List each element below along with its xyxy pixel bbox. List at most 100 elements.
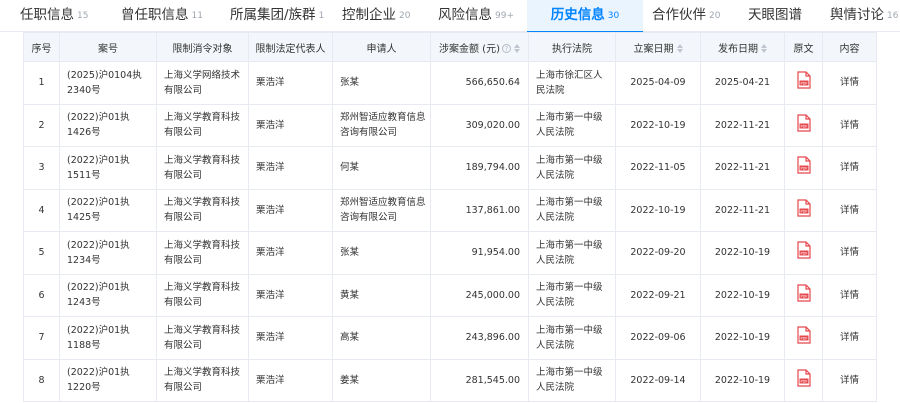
filing-date-cell: 2022-10-19 [615,103,701,147]
original-cell: PDF [784,231,823,275]
pdf-file-icon[interactable]: PDF [796,326,811,349]
cell-index: 8 [23,358,60,402]
restricted-target-link[interactable]: 上海义学教育科技有限公司 [156,316,249,360]
question-circle-icon[interactable]: ? [501,44,511,53]
sort-arrows-icon[interactable] [513,44,520,53]
detail-link[interactable]: 详情 [822,358,877,402]
table-row: 3 (2022)沪01执1511号 上海义学教育科技有限公司 栗浩洋 何某 189,794… [23,146,877,190]
tab-count: 1 [318,11,325,21]
tab-tianyan-graph[interactable]: 天眼图谱 [748,0,802,32]
pdf-file-icon[interactable]: PDF [796,71,811,94]
publish-date-cell: 2025-04-21 [700,61,785,105]
detail-link[interactable]: 详情 [822,188,877,232]
header-filing-date[interactable]: 立案日期 [615,32,701,62]
tab-count: 99+ [495,11,514,21]
tab-employment-info[interactable]: 任职信息 15 [20,0,88,32]
case-no-link[interactable]: (2022)沪01执1425号 [59,188,157,232]
legal-rep-link[interactable]: 栗浩洋 [248,358,333,402]
restricted-target-link[interactable]: 上海义学教育科技有限公司 [156,231,249,275]
pdf-file-icon[interactable]: PDF [796,156,811,179]
header-restricted-target: 限制消令对象 [156,32,249,62]
amount-cell: 137,861.00 [430,188,529,232]
legal-rep-link[interactable]: 栗浩洋 [248,61,333,105]
legal-rep-link[interactable]: 栗浩洋 [248,316,333,360]
tab-partners[interactable]: 合作伙伴 20 [652,0,720,32]
applicant-cell[interactable]: 郑州智适应教育信息咨询有限公司 [332,188,431,232]
legal-rep-link[interactable]: 栗浩洋 [248,103,333,147]
filing-date-cell: 2022-09-14 [615,358,701,402]
filing-date-cell: 2022-09-21 [615,273,701,317]
svg-text:PDF: PDF [800,252,807,256]
case-no-link[interactable]: (2025)沪0104执2340号 [59,61,157,105]
original-cell: PDF [784,358,823,402]
court-cell: 上海市第一中级人民法院 [528,231,616,275]
pdf-file-icon[interactable]: PDF [796,241,811,264]
restricted-target-link[interactable]: 上海义学教育科技有限公司 [156,146,249,190]
legal-rep-link[interactable]: 栗浩洋 [248,188,333,232]
original-cell: PDF [784,146,823,190]
tab-former-employment[interactable]: 曾任职信息 11 [121,0,203,32]
filing-date-cell: 2022-10-19 [615,188,701,232]
header-content: 内容 [822,32,877,62]
tab-bar: 任职信息 15 曾任职信息 11 所属集团/族群 1 控制企业 20 风险信息 99+ 历… [0,0,900,33]
tab-count: 20 [709,11,721,21]
tab-count: 15 [77,11,89,21]
court-cell: 上海市第一中级人民法院 [528,103,616,147]
tab-history-info[interactable]: 历史信息 30 [527,0,643,33]
publish-date-cell: 2022-11-21 [700,103,785,147]
tab-risk-info[interactable]: 风险信息 99+ [438,0,514,32]
legal-rep-link[interactable]: 栗浩洋 [248,273,333,317]
detail-link[interactable]: 详情 [822,273,877,317]
court-cell: 上海市第一中级人民法院 [528,316,616,360]
detail-link[interactable]: 详情 [822,61,877,105]
header-publish-date[interactable]: 发布日期 [700,32,785,62]
tab-controlled-companies[interactable]: 控制企业 20 [342,0,410,32]
tab-count: 20 [399,11,411,21]
court-cell: 上海市第一中级人民法院 [528,273,616,317]
filing-date-cell: 2022-09-20 [615,231,701,275]
header-amount[interactable]: 涉案金额 (元)? [430,32,529,62]
pdf-file-icon[interactable]: PDF [796,284,811,307]
table-row: 5 (2022)沪01执1234号 上海义学教育科技有限公司 栗浩洋 张某 91,954.… [23,231,877,275]
case-no-link[interactable]: (2022)沪01执1511号 [59,146,157,190]
tab-count: 16 [887,11,899,21]
pdf-file-icon[interactable]: PDF [796,369,811,392]
case-no-link[interactable]: (2022)沪01执1220号 [59,358,157,402]
restricted-target-link[interactable]: 上海义学教育科技有限公司 [156,188,249,232]
applicant-cell[interactable]: 郑州智适应教育信息咨询有限公司 [332,103,431,147]
pdf-file-icon[interactable]: PDF [796,199,811,222]
amount-cell: 189,794.00 [430,146,529,190]
amount-cell: 91,954.00 [430,231,529,275]
case-no-link[interactable]: (2022)沪01执1426号 [59,103,157,147]
header-legal-rep: 限制法定代表人 [248,32,333,62]
table-row: 7 (2022)沪01执1188号 上海义学教育科技有限公司 栗浩洋 高某 243,896… [23,316,877,360]
case-no-link[interactable]: (2022)沪01执1243号 [59,273,157,317]
original-cell: PDF [784,188,823,232]
legal-rep-link[interactable]: 栗浩洋 [248,146,333,190]
sort-arrows-icon[interactable] [761,44,767,53]
table-row: 6 (2022)沪01执1243号 上海义学教育科技有限公司 栗浩洋 黄某 245,000… [23,273,877,317]
sort-arrows-icon[interactable] [676,44,683,53]
pdf-file-icon[interactable]: PDF [796,114,811,137]
tab-group[interactable]: 所属集团/族群 1 [230,0,324,32]
table-row: 8 (2022)沪01执1220号 上海义学教育科技有限公司 栗浩洋 姜某 281,545… [23,358,877,402]
table-row: 1 (2025)沪0104执2340号 上海义学网络技术有限公司 栗浩洋 张某 566,6… [23,61,877,105]
legal-rep-link[interactable]: 栗浩洋 [248,231,333,275]
filing-date-cell: 2022-11-05 [615,146,701,190]
restricted-target-link[interactable]: 上海义学教育科技有限公司 [156,273,249,317]
tab-count: 11 [191,11,203,21]
table-row: 2 (2022)沪01执1426号 上海义学教育科技有限公司 栗浩洋 郑州智适应教育信息… [23,103,877,147]
restricted-target-link[interactable]: 上海义学教育科技有限公司 [156,358,249,402]
detail-link[interactable]: 详情 [822,316,877,360]
detail-link[interactable]: 详情 [822,231,877,275]
header-index: 序号 [23,32,60,62]
original-cell: PDF [784,273,823,317]
detail-link[interactable]: 详情 [822,103,877,147]
tab-public-opinion[interactable]: 舆情讨论 16 [830,0,898,32]
case-no-link[interactable]: (2022)沪01执1188号 [59,316,157,360]
case-no-link[interactable]: (2022)沪01执1234号 [59,231,157,275]
restricted-target-link[interactable]: 上海义学教育科技有限公司 [156,103,249,147]
detail-link[interactable]: 详情 [822,146,877,190]
restricted-target-link[interactable]: 上海义学网络技术有限公司 [156,61,249,105]
publish-date-cell: 2022-10-19 [700,316,785,360]
